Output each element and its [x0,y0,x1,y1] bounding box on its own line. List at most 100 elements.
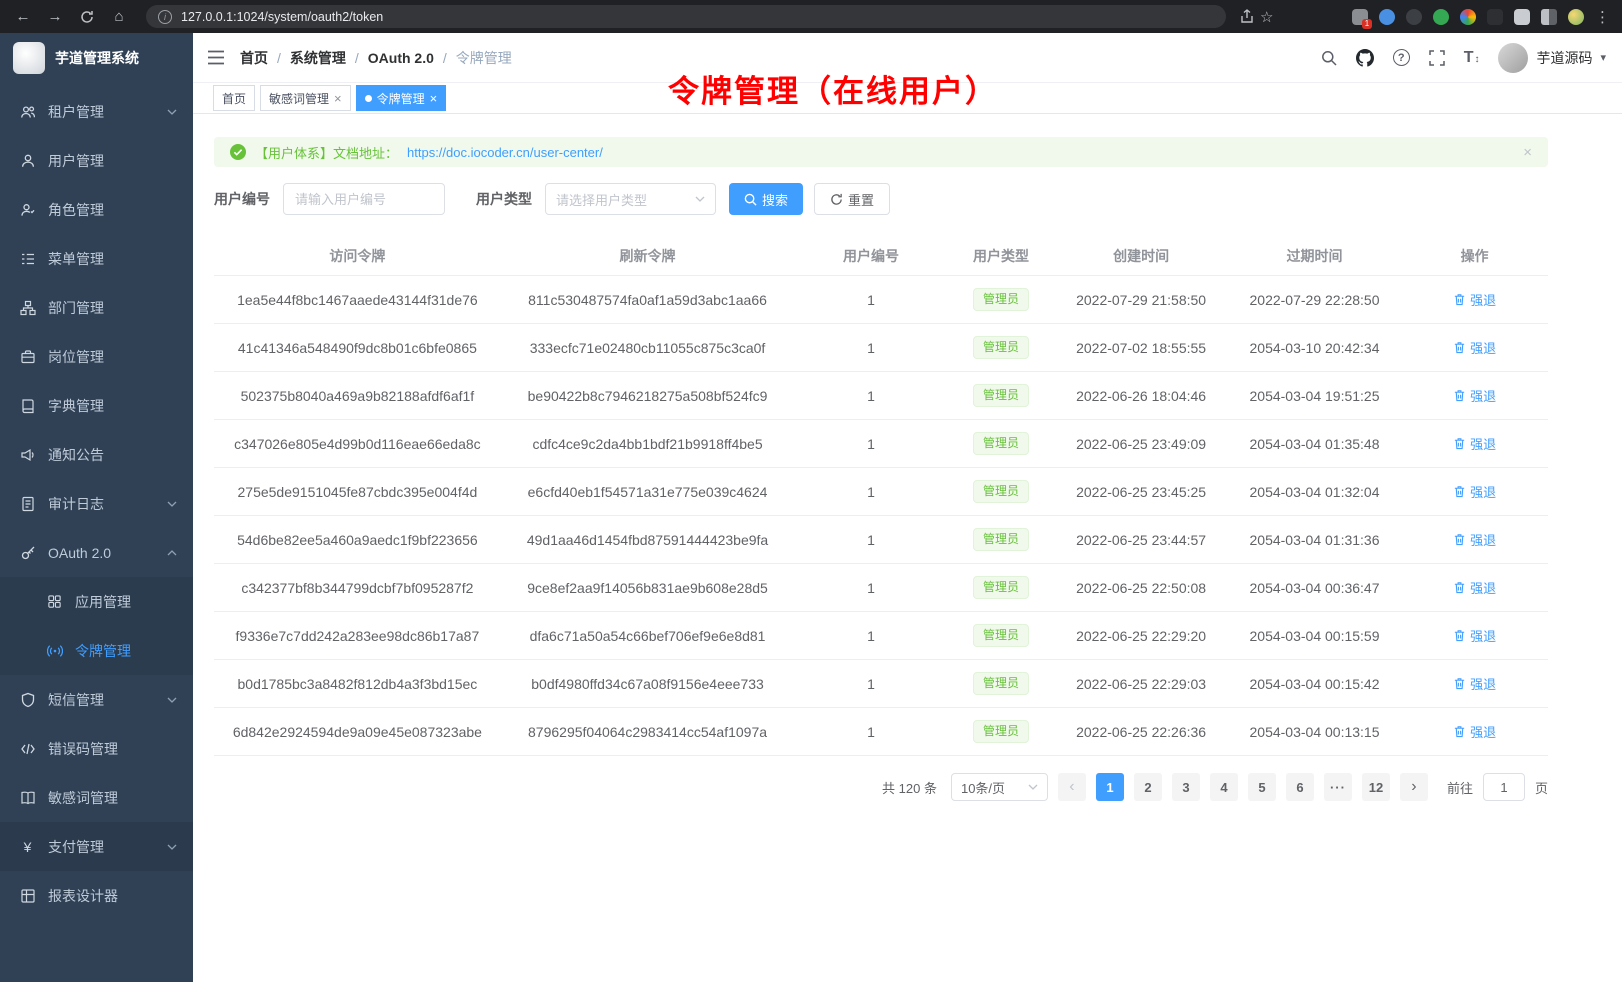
sidebar-item-report-designer[interactable]: 报表设计器 [0,871,193,920]
trash-icon [1453,437,1466,450]
sidebar-item-oauth-token[interactable]: 令牌管理 [0,626,193,675]
page-button[interactable]: 4 [1210,773,1238,801]
breadcrumb-item[interactable]: 首页 [240,48,268,68]
expire-time-cell: 2054-03-10 20:42:34 [1228,340,1401,356]
page-button[interactable]: 12 [1362,773,1390,801]
sidebar-item-pay[interactable]: ¥ 支付管理 [0,822,193,871]
extension-icon[interactable]: 1 [1352,9,1368,25]
force-logout-button[interactable]: 强退 [1453,530,1496,549]
extension-icon[interactable] [1514,9,1530,25]
sidebar-item-user[interactable]: 用户管理 [0,136,193,185]
tab-sensitive-word[interactable]: 敏感词管理 × [260,85,351,111]
user-icon [19,152,36,169]
extension-icon[interactable] [1406,9,1422,25]
page-button[interactable]: 2 [1134,773,1162,801]
goto-page-input[interactable] [1483,773,1525,801]
open-book-icon [19,789,36,806]
help-icon[interactable]: ? [1393,49,1410,66]
sidebar-item-oauth-app[interactable]: 应用管理 [0,577,193,626]
tab-label: 令牌管理 [377,90,425,107]
close-icon[interactable]: × [334,92,342,105]
extension-icon[interactable] [1379,9,1395,25]
sidebar-item-sms[interactable]: 短信管理 [0,675,193,724]
tab-home[interactable]: 首页 [213,85,255,111]
force-logout-button[interactable]: 强退 [1453,386,1496,405]
info-icon[interactable]: i [158,10,172,24]
refresh-icon[interactable] [74,10,100,24]
page-button[interactable]: 6 [1286,773,1314,801]
reset-button[interactable]: 重置 [814,183,890,215]
trash-icon [1453,293,1466,306]
force-logout-button[interactable]: 强退 [1453,578,1496,597]
page-size-select[interactable]: 10条/页 [951,773,1048,801]
expire-time-cell: 2054-03-04 00:36:47 [1228,580,1401,596]
user-id-cell: 1 [794,724,947,740]
user-menu[interactable]: 芋道源码 ▾ [1498,43,1606,73]
layout-grid-icon [19,887,36,904]
page-button[interactable]: 5 [1248,773,1276,801]
prev-page-button[interactable]: ‹ [1058,773,1086,801]
user-type-badge: 管理员 [973,528,1029,551]
sidebar-item-sensitive-word[interactable]: 敏感词管理 [0,773,193,822]
user-type-cell: 管理员 [948,288,1055,311]
hamburger-icon[interactable] [207,50,225,65]
sidebar-item-post[interactable]: 岗位管理 [0,332,193,381]
back-icon[interactable]: ← [10,8,36,25]
sidebar-item-oauth[interactable]: OAuth 2.0 [0,528,193,577]
sidebar-item-label: 短信管理 [48,690,104,710]
sidebar-item-dict[interactable]: 字典管理 [0,381,193,430]
next-page-button[interactable]: › [1400,773,1428,801]
extension-icon[interactable] [1460,9,1476,25]
extension-icon[interactable] [1433,9,1449,25]
sidebar-item-tenant[interactable]: 租户管理 [0,87,193,136]
access-token-cell: 275e5de9151045fe87cbdc395e004f4d [214,484,501,500]
pager-ellipsis[interactable]: ··· [1324,773,1352,801]
force-logout-button[interactable]: 强退 [1453,338,1496,357]
sidebar-item-error-code[interactable]: 错误码管理 [0,724,193,773]
search-icon[interactable] [1321,50,1337,66]
browser-menu-icon[interactable]: ⋮ [1595,8,1610,26]
home-icon[interactable]: ⌂ [106,8,132,25]
profile-avatar-icon[interactable] [1568,9,1584,25]
split-view-icon[interactable] [1541,9,1557,25]
close-icon[interactable]: × [430,92,438,105]
user-type-select[interactable]: 请选择用户类型 [545,183,716,215]
breadcrumb-item[interactable]: 系统管理 [290,48,346,68]
page-button[interactable]: 1 [1096,773,1124,801]
access-token-cell: 41c41346a548490f9dc8b01c6bfe0865 [214,340,501,356]
doc-link[interactable]: https://doc.iocoder.cn/user-center/ [407,145,603,160]
url-text: 127.0.0.1:1024/system/oauth2/token [181,10,383,24]
force-logout-button[interactable]: 强退 [1453,482,1496,501]
sidebar-item-audit-log[interactable]: 审计日志 [0,479,193,528]
sidebar-item-label: 令牌管理 [75,641,131,661]
address-bar[interactable]: i 127.0.0.1:1024/system/oauth2/token [146,5,1226,28]
sidebar-item-menu[interactable]: 菜单管理 [0,234,193,283]
sidebar-item-notice[interactable]: 通知公告 [0,430,193,479]
github-icon[interactable] [1356,49,1374,67]
close-icon[interactable]: × [1523,144,1532,161]
sidebar-item-dept[interactable]: 部门管理 [0,283,193,332]
force-logout-button[interactable]: 强退 [1453,626,1496,645]
user-id-input[interactable] [283,183,445,215]
fullscreen-icon[interactable] [1429,50,1445,66]
tab-token[interactable]: 令牌管理 × [356,85,447,111]
search-button-label: 搜索 [762,190,788,209]
sidebar-item-role[interactable]: 角色管理 [0,185,193,234]
font-size-icon[interactable]: T↕ [1464,49,1480,67]
force-logout-button[interactable]: 强退 [1453,434,1496,453]
bookmark-star-icon[interactable]: ☆ [1260,8,1273,26]
breadcrumb-item[interactable]: OAuth 2.0 [368,50,434,66]
search-button[interactable]: 搜索 [729,183,803,215]
user-id-cell: 1 [794,628,947,644]
share-icon[interactable] [1240,9,1254,24]
force-logout-button[interactable]: 强退 [1453,722,1496,741]
user-type-cell: 管理员 [948,576,1055,599]
table-row: 41c41346a548490f9dc8b01c6bfe0865333ecfc7… [214,324,1548,372]
reset-button-label: 重置 [848,190,874,209]
trash-icon [1453,341,1466,354]
page-button[interactable]: 3 [1172,773,1200,801]
forward-icon[interactable]: → [42,8,68,25]
force-logout-button[interactable]: 强退 [1453,290,1496,309]
extension-icon[interactable] [1487,9,1503,25]
force-logout-button[interactable]: 强退 [1453,674,1496,693]
